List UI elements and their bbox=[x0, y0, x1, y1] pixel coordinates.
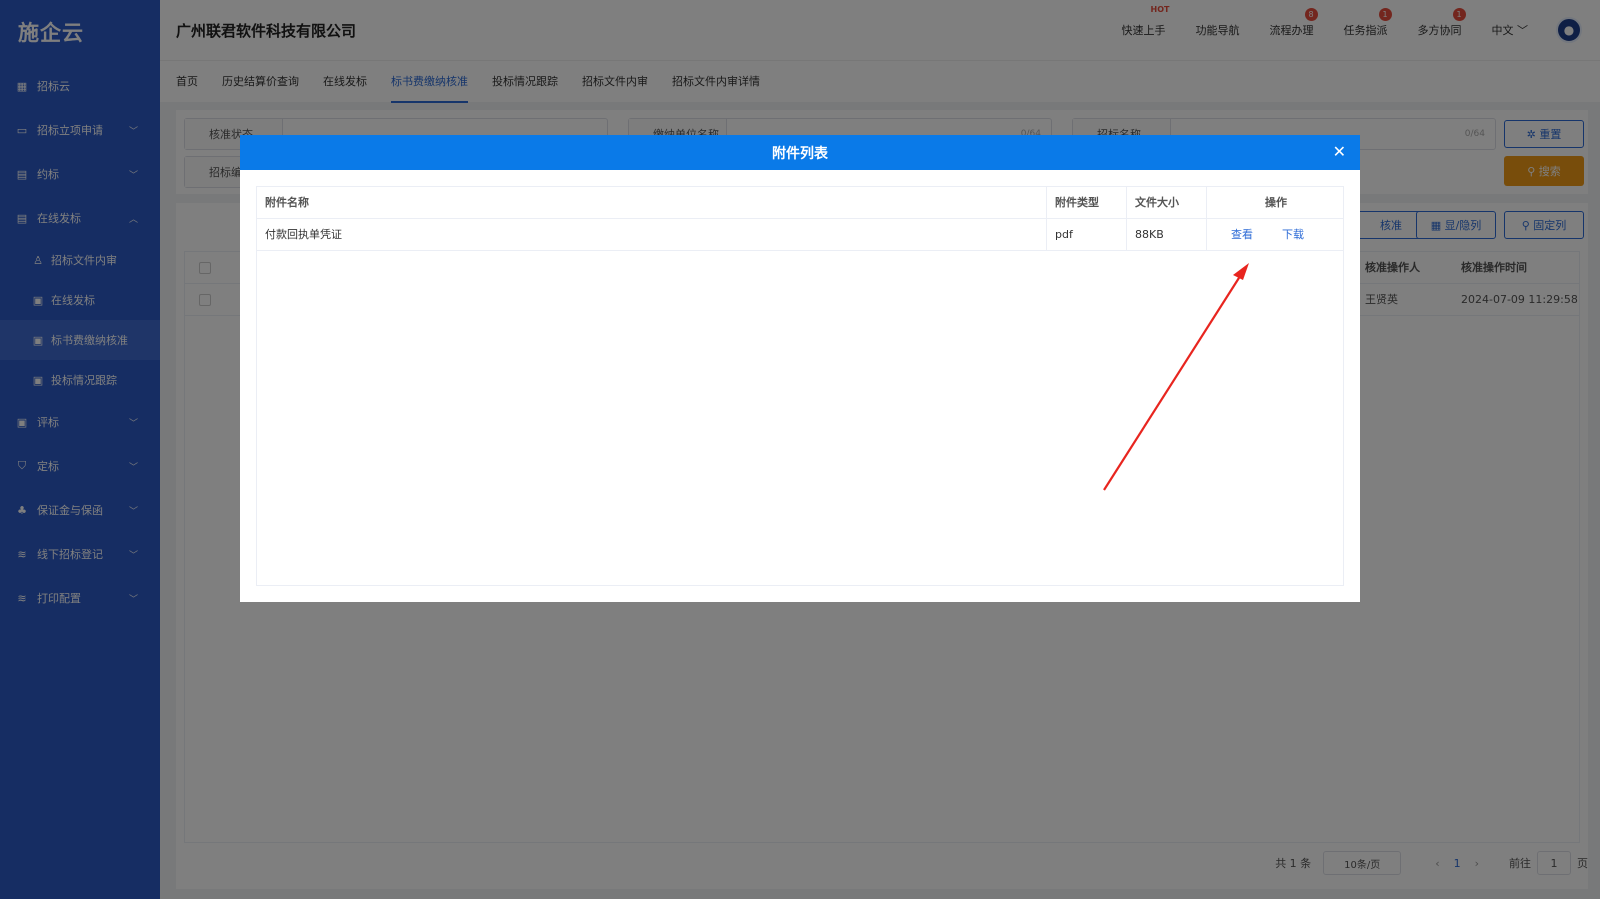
arrow-head bbox=[1233, 263, 1249, 280]
arrow-line bbox=[1103, 269, 1245, 491]
annotation-arrow bbox=[1103, 263, 1249, 491]
